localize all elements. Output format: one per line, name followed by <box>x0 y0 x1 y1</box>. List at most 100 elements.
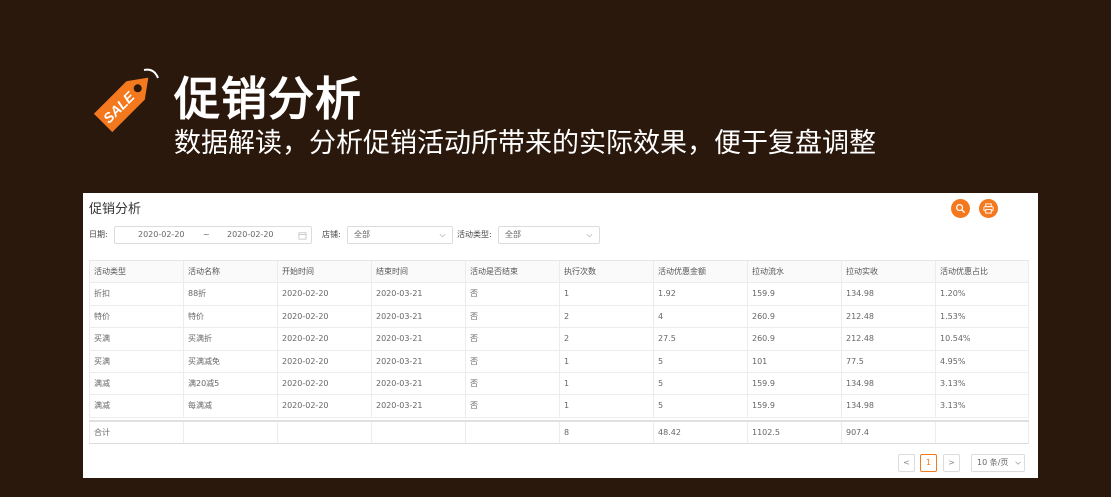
header-cell: 拉动实收 <box>841 261 935 283</box>
pagination: < 1 > 10 条/页 <box>83 454 1038 472</box>
table-cell: 2020-02-20 <box>277 395 371 417</box>
table-cell: 买满 <box>89 328 183 350</box>
header-cell: 活动优惠金额 <box>653 261 747 283</box>
table-total-row: 合计 8 48.42 1102.5 907.4 <box>89 419 1029 444</box>
table-cell: 3.13% <box>935 395 1029 417</box>
table-row: 特价 特价 2020-02-20 2020-03-21 否 2 4 260.9 … <box>89 305 1029 329</box>
banner: SALE 促销分析 数据解读，分析促销活动所带来的实际效果，便于复盘调整 <box>0 0 1111 192</box>
search-icon <box>956 204 966 214</box>
promotion-table: 活动类型 活动名称 开始时间 结束时间 活动是否结束 执行次数 活动优惠金额 拉… <box>89 260 1029 444</box>
print-icon <box>983 203 994 214</box>
next-page-button[interactable]: > <box>943 454 960 472</box>
chevron-down-icon <box>586 233 593 238</box>
table-cell: 2020-03-21 <box>371 305 465 328</box>
header-cell: 结束时间 <box>371 261 465 283</box>
table-cell: 212.48 <box>841 328 935 350</box>
table-cell: 5 <box>653 395 747 417</box>
table-cell: 159.9 <box>747 372 841 395</box>
table-cell: 2020-03-21 <box>371 350 465 372</box>
table-cell: 212.48 <box>841 305 935 328</box>
page-size-value: 10 条/页 <box>977 458 1009 467</box>
print-button[interactable] <box>979 199 998 218</box>
table-cell: 买满折 <box>183 328 277 350</box>
table-cell: 5 <box>653 372 747 395</box>
panel-title: 促销分析 <box>89 202 142 217</box>
table-cell: 4 <box>653 305 747 328</box>
total-cell: 8 <box>559 421 653 443</box>
total-cell: 48.42 <box>653 421 747 443</box>
header-cell: 活动是否结束 <box>465 261 559 283</box>
date-separator: ~ <box>203 230 210 239</box>
table-cell: 2020-02-20 <box>277 283 371 305</box>
table-cell: 2020-02-20 <box>277 372 371 395</box>
table-cell: 否 <box>465 328 559 350</box>
table-row: 买满 买满减免 2020-02-20 2020-03-21 否 1 5 101 … <box>89 350 1029 373</box>
table-cell: 1 <box>559 350 653 372</box>
table-cell: 1.92 <box>653 283 747 305</box>
total-cell <box>371 421 465 443</box>
sale-tag-icon: SALE <box>93 68 159 133</box>
activity-type-select[interactable]: 全部 <box>498 226 600 244</box>
calendar-icon <box>298 232 307 240</box>
table-row: 折扣 88折 2020-02-20 2020-03-21 否 1 1.92 15… <box>89 283 1029 306</box>
store-select-value: 全部 <box>354 230 370 239</box>
chevron-down-icon <box>439 233 446 238</box>
total-cell <box>465 421 559 443</box>
table-cell: 1 <box>559 283 653 305</box>
table-cell: 否 <box>465 395 559 417</box>
table-cell: 134.98 <box>841 283 935 305</box>
date-label: 日期: <box>89 230 108 239</box>
date-range-picker[interactable]: 2020-02-20 ~ 2020-02-20 <box>114 226 312 244</box>
table-cell: 77.5 <box>841 350 935 372</box>
header-cell: 拉动流水 <box>747 261 841 283</box>
store-label: 店铺: <box>322 230 341 239</box>
table-cell: 159.9 <box>747 395 841 417</box>
header-cell: 开始时间 <box>277 261 371 283</box>
date-start[interactable]: 2020-02-20 <box>138 227 185 243</box>
page-size-select[interactable]: 10 条/页 <box>971 454 1025 472</box>
table-cell: 否 <box>465 372 559 395</box>
table-cell: 否 <box>465 305 559 328</box>
table-cell: 260.9 <box>747 328 841 350</box>
table-cell: 159.9 <box>747 283 841 305</box>
activity-type-label: 活动类型: <box>457 230 492 239</box>
table-cell: 2020-02-20 <box>277 328 371 350</box>
table-cell: 134.98 <box>841 395 935 417</box>
table-cell: 否 <box>465 283 559 305</box>
table-cell: 260.9 <box>747 305 841 328</box>
header-cell: 活动优惠占比 <box>935 261 1029 283</box>
search-button[interactable] <box>951 199 970 218</box>
chevron-down-icon <box>1015 461 1021 465</box>
table-cell: 2 <box>559 328 653 350</box>
promotion-panel: 促销分析 日期: 2020-02-20 ~ 2020-02-20 店铺: 全部 <box>83 193 1038 478</box>
date-end[interactable]: 2020-02-20 <box>227 227 274 243</box>
table-cell: 买满 <box>89 350 183 372</box>
table-cell: 特价 <box>183 305 277 328</box>
table-cell: 满20减5 <box>183 372 277 395</box>
activity-type-value: 全部 <box>505 230 521 239</box>
table-cell: 每满减 <box>183 395 277 417</box>
table-cell: 否 <box>465 350 559 372</box>
header-cell: 活动类型 <box>89 261 183 283</box>
table-cell: 27.5 <box>653 328 747 350</box>
table-row: 满减 满20减5 2020-02-20 2020-03-21 否 1 5 159… <box>89 372 1029 396</box>
table-cell: 2020-03-21 <box>371 395 465 417</box>
table-cell: 3.13% <box>935 372 1029 395</box>
prev-page-button[interactable]: < <box>898 454 915 472</box>
table-cell: 满减 <box>89 395 183 417</box>
table-header-row: 活动类型 活动名称 开始时间 结束时间 活动是否结束 执行次数 活动优惠金额 拉… <box>89 261 1029 284</box>
table-cell: 折扣 <box>89 283 183 305</box>
total-cell: 合计 <box>89 421 183 443</box>
table-cell: 1 <box>559 395 653 417</box>
table-cell: 4.95% <box>935 350 1029 372</box>
table-cell: 买满减免 <box>183 350 277 372</box>
header-cell: 执行次数 <box>559 261 653 283</box>
banner-subtitle: 数据解读，分析促销活动所带来的实际效果，便于复盘调整 <box>174 128 876 159</box>
table-cell: 2020-02-20 <box>277 305 371 328</box>
table-cell: 101 <box>747 350 841 372</box>
total-cell <box>183 421 277 443</box>
store-select[interactable]: 全部 <box>347 226 453 244</box>
page-1-button[interactable]: 1 <box>920 454 937 472</box>
table-cell: 2020-02-20 <box>277 350 371 372</box>
table-cell: 88折 <box>183 283 277 305</box>
